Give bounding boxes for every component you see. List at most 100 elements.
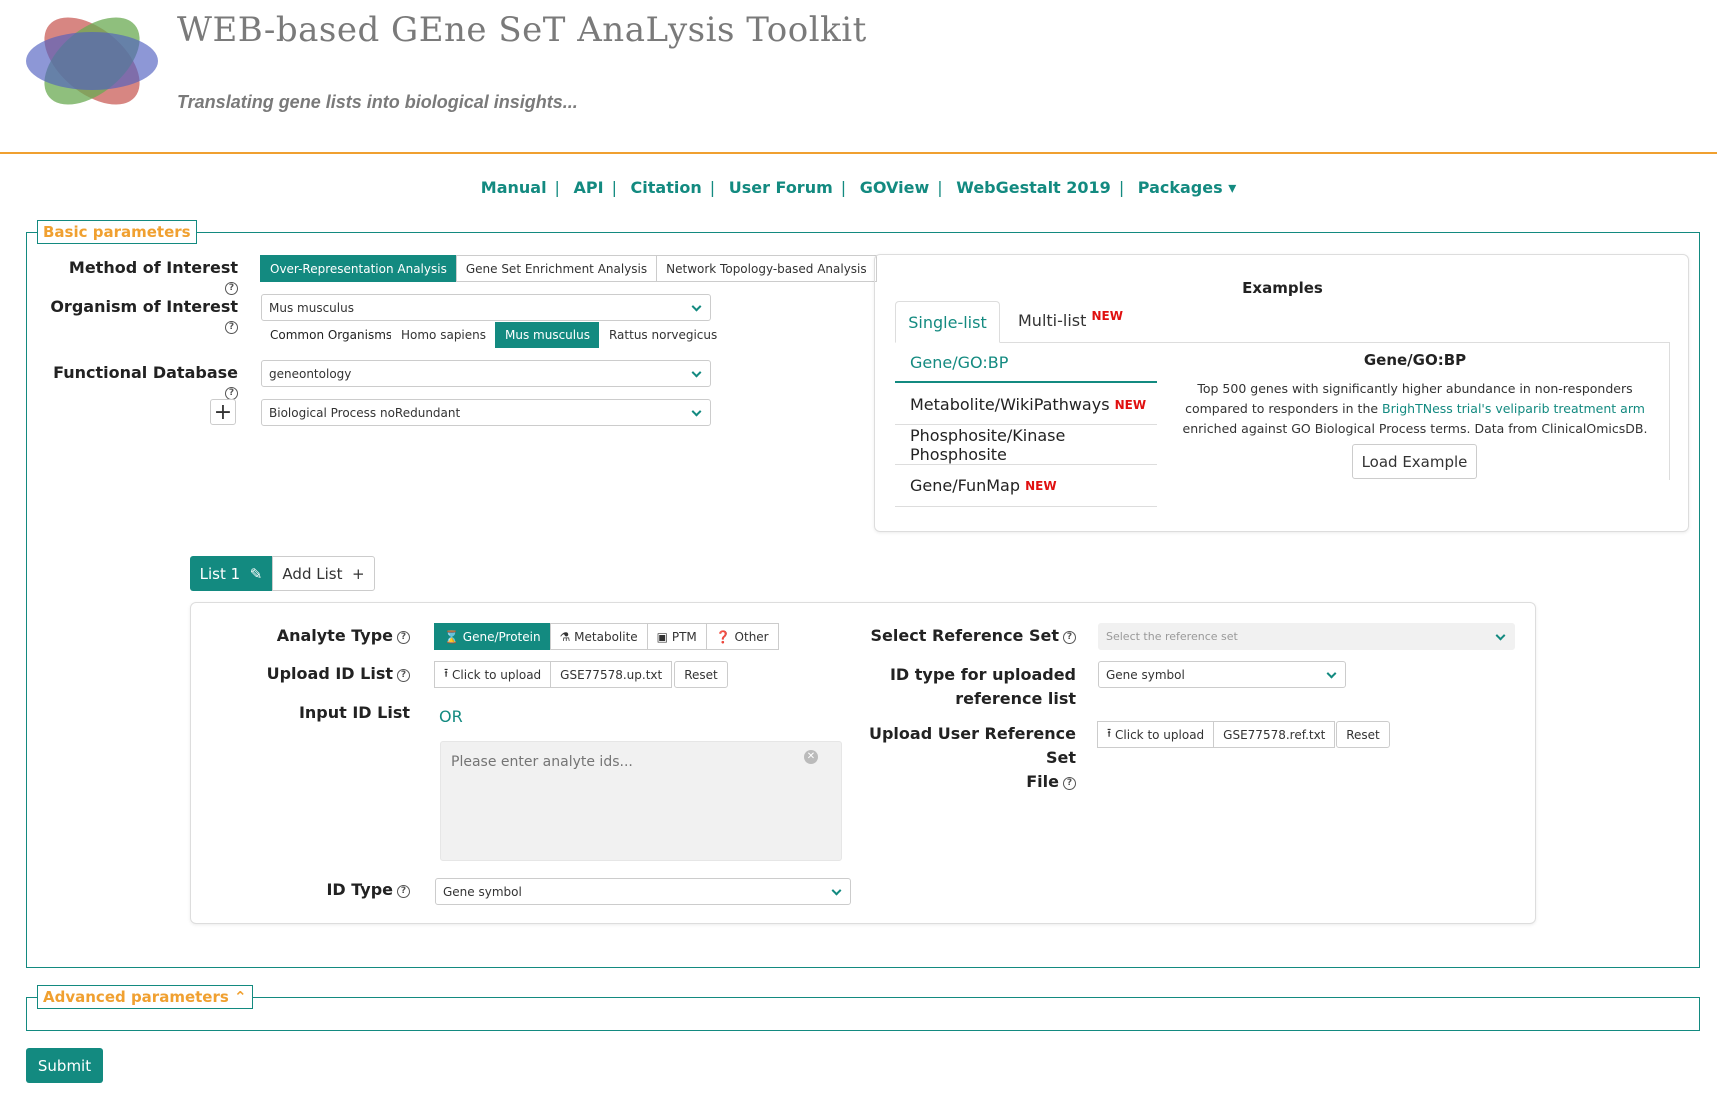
help-icon[interactable]: ? [1063, 777, 1076, 790]
method-label: Method of Interest? [68, 258, 238, 295]
nav-api[interactable]: API [574, 178, 604, 197]
example-item-label: Metabolite/WikiPathways [910, 395, 1110, 414]
analyte-label: Gene/Protein [462, 629, 541, 644]
reference-reset-button[interactable]: Reset [1336, 721, 1390, 748]
id-type-select[interactable]: Gene symbol [435, 878, 851, 905]
analyte-type-selector: ⌛ Gene/Protein ⚗ Metabolite ▣ PTM ❓ Othe… [434, 623, 779, 650]
reference-set-select[interactable]: Select the reference set [1098, 623, 1515, 650]
detail-link[interactable]: BrighTNess trial's veliparib treatment a… [1382, 401, 1645, 416]
add-list-button[interactable]: Add List + [272, 556, 375, 591]
upload-icon: ⭱ [1107, 726, 1112, 740]
advanced-parameters-panel [26, 997, 1700, 1031]
chevron-down-icon [1326, 668, 1337, 679]
organism-mus-musculus[interactable]: Mus musculus [495, 322, 600, 348]
list-tab-1[interactable]: List 1 ✎ [190, 556, 272, 591]
example-item-phosphosite[interactable]: Phosphosite/Kinase Phosphosite [895, 425, 1157, 465]
common-organisms-group: Homo sapiens Mus musculus Rattus norvegi… [391, 322, 728, 348]
analyte-other-button[interactable]: ❓ Other [705, 623, 779, 650]
method-nta-button[interactable]: Network Topology-based Analysis [656, 255, 877, 282]
nav-packages-dropdown[interactable]: Packages ▾ [1138, 178, 1236, 197]
add-database-button[interactable]: + [210, 399, 236, 425]
analyte-label: Metabolite [574, 629, 638, 644]
organism-select[interactable]: Mus musculus [261, 294, 711, 321]
examples-panel: Examples Single-list Multi-list NEW Gene… [874, 254, 1689, 532]
example-item-metabolite[interactable]: Metabolite/WikiPathways NEW [895, 385, 1157, 425]
database-label: Functional Database? [53, 363, 238, 400]
upload-button-label: Click to upload [452, 667, 542, 682]
reference-id-type-value: Gene symbol [1106, 667, 1185, 682]
example-item-gene-go-bp[interactable]: Gene/GO:BP [895, 343, 1157, 383]
nav-citation[interactable]: Citation [631, 178, 702, 197]
reference-upload-label: Upload User Reference Set File? [868, 724, 1076, 791]
list-tab-label: List 1 [199, 564, 241, 583]
method-gsea-button[interactable]: Gene Set Enrichment Analysis [455, 255, 658, 282]
input-id-textarea[interactable] [440, 741, 842, 861]
help-icon[interactable]: ? [225, 282, 238, 295]
chevron-down-icon [691, 301, 702, 312]
upload-button-label: Click to upload [1115, 727, 1205, 742]
organism-rattus-norvegicus[interactable]: Rattus norvegicus [598, 322, 728, 348]
organism-select-value: Mus musculus [269, 300, 354, 315]
header: WEB-based GEne SeT AnaLysis Toolkit Tran… [0, 0, 1717, 154]
webgestalt-logo[interactable] [22, 8, 162, 114]
analyte-ptm-button[interactable]: ▣ PTM [646, 623, 707, 650]
uploaded-file-name: GSE77578.up.txt [550, 661, 673, 688]
database-subtype-value: Biological Process noRedundant [269, 405, 461, 420]
tab-single-list[interactable]: Single-list [895, 301, 1000, 343]
help-icon[interactable]: ? [397, 631, 410, 644]
example-item-funmap[interactable]: Gene/FunMap NEW [895, 465, 1157, 507]
organism-label: Organism of Interest? [50, 297, 238, 334]
id-type-label: ID Type? [220, 880, 410, 899]
upload-id-list-button[interactable]: ⭱ Click to upload [434, 661, 552, 688]
upload-id-list-label: Upload ID List? [220, 664, 410, 683]
help-icon[interactable]: ? [397, 885, 410, 898]
help-icon[interactable]: ? [225, 321, 238, 334]
input-id-list-label: Input ID List [298, 703, 410, 722]
reference-id-type-select[interactable]: Gene symbol [1098, 661, 1346, 688]
plus-icon: + [352, 564, 365, 583]
advanced-parameters-toggle[interactable]: Advanced parameters ⌃ [37, 985, 253, 1009]
submit-button[interactable]: Submit [26, 1048, 103, 1083]
database-select[interactable]: geneontology [261, 360, 711, 387]
pencil-icon[interactable]: ✎ [250, 565, 263, 583]
help-icon[interactable]: ? [1063, 631, 1076, 644]
nav-goview[interactable]: GOView [860, 178, 930, 197]
nav-separator: | [840, 178, 847, 197]
tab-panel-border [1669, 342, 1670, 480]
nav-separator: | [937, 178, 943, 197]
add-list-label: Add List [282, 564, 343, 583]
nav-manual[interactable]: Manual [481, 178, 547, 197]
plus-icon: + [213, 399, 233, 425]
site-title: WEB-based GEne SeT AnaLysis Toolkit [177, 10, 867, 50]
hourglass-icon: ⌛ [444, 629, 459, 644]
id-type-value: Gene symbol [443, 884, 522, 899]
nav-webgestalt-2019[interactable]: WebGestalt 2019 [956, 178, 1111, 197]
examples-title: Examples [1242, 279, 1323, 297]
method-ora-button[interactable]: Over-Representation Analysis [260, 255, 457, 282]
example-detail-description: Top 500 genes with significantly higher … [1165, 379, 1665, 439]
reference-upload-button[interactable]: ⭱ Click to upload [1097, 721, 1215, 748]
tab-multi-list[interactable]: Multi-list NEW [1018, 309, 1123, 330]
upload-reset-button[interactable]: Reset [674, 661, 728, 688]
analyte-type-label: Analyte Type? [220, 626, 410, 645]
common-organisms-label: Common Organisms: [270, 328, 397, 342]
basic-parameters-legend: Basic parameters [37, 220, 197, 244]
new-badge: NEW [1025, 478, 1057, 493]
example-detail-title: Gene/GO:BP [1363, 351, 1467, 369]
database-subtype-select[interactable]: Biological Process noRedundant [261, 399, 711, 426]
reference-uploaded-file-name: GSE77578.ref.txt [1213, 721, 1336, 748]
help-icon[interactable]: ? [397, 669, 410, 682]
ptm-icon: ▣ [656, 629, 669, 644]
clear-icon[interactable]: ✕ [804, 750, 818, 764]
site-tagline: Translating gene lists into biological i… [177, 92, 578, 112]
upload-id-list-group: ⭱ Click to upload GSE77578.up.txt [434, 661, 673, 688]
analyte-gene-protein-button[interactable]: ⌛ Gene/Protein [434, 623, 551, 650]
analyte-label: Other [734, 629, 769, 644]
analyte-metabolite-button[interactable]: ⚗ Metabolite [549, 623, 648, 650]
question-circle-icon: ❓ [715, 629, 731, 644]
nav-user-forum[interactable]: User Forum [729, 178, 833, 197]
tab-multi-list-label: Multi-list [1018, 311, 1087, 330]
load-example-button[interactable]: Load Example [1352, 444, 1477, 479]
nav-separator: | [1118, 178, 1125, 197]
organism-homo-sapiens[interactable]: Homo sapiens [391, 322, 497, 348]
